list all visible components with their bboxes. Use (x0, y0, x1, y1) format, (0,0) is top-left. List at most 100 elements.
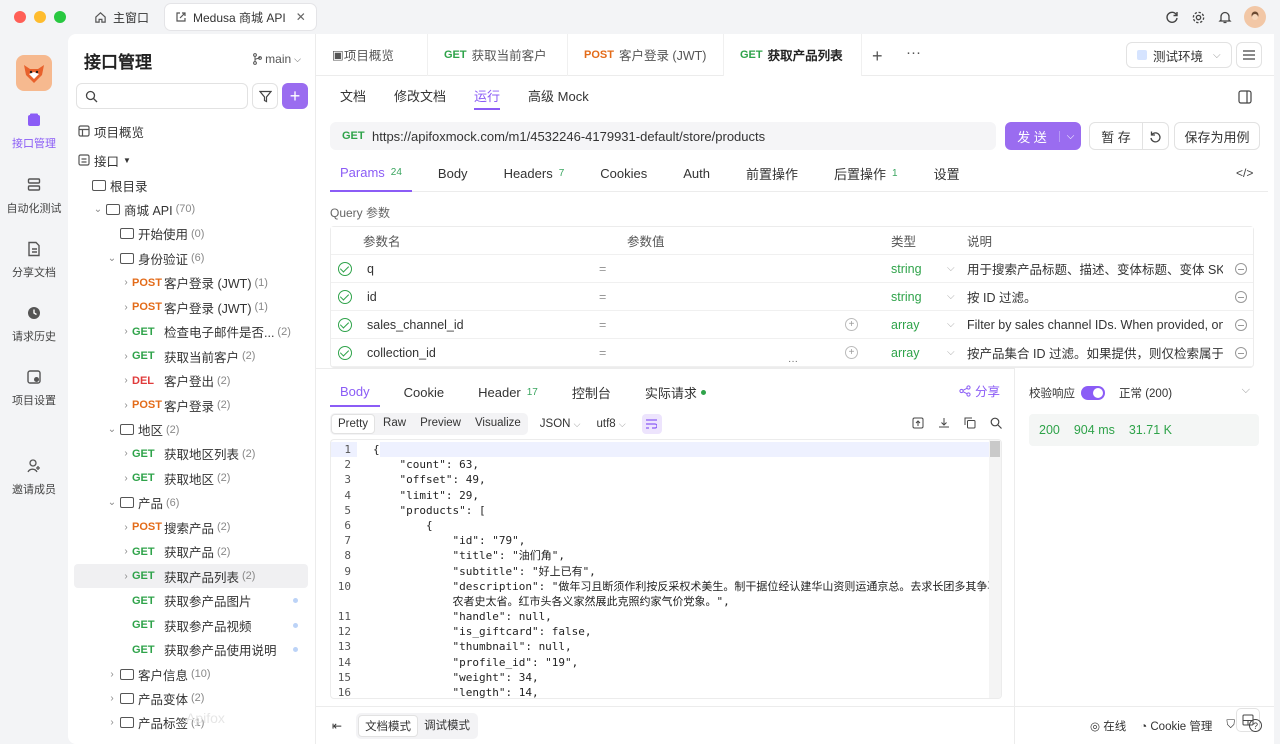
param-tab[interactable]: 前置操作 (736, 156, 808, 192)
env-selector[interactable]: 测试环境 ⌵ (1126, 42, 1232, 68)
response-tab[interactable]: Cookie (394, 377, 454, 407)
mode-tab[interactable]: 修改文档 (394, 86, 446, 110)
param-description[interactable]: 按产品集合 ID 过滤。如果提供，则仅检索属于指 (967, 343, 1223, 362)
checkbox[interactable] (338, 262, 352, 276)
chevron-down-icon[interactable]: ⌵ (1242, 384, 1250, 397)
collapse-icon[interactable]: ⇤ (332, 719, 342, 733)
gear-icon[interactable] (1191, 10, 1206, 25)
chevron-down-icon[interactable]: ⌄ (106, 424, 118, 435)
chevron-down-icon[interactable]: ⌵ (1059, 130, 1081, 142)
chevron-down-icon[interactable]: ⌄ (106, 253, 118, 264)
help-icon[interactable]: ? (1249, 719, 1262, 732)
chevron-right-icon[interactable]: › (106, 717, 118, 728)
chevron-right-icon[interactable]: › (106, 669, 118, 680)
remove-icon[interactable] (1235, 263, 1247, 275)
maximize-window-button[interactable] (54, 11, 66, 23)
refresh-icon[interactable] (1165, 10, 1179, 24)
response-tab[interactable]: Body (330, 377, 380, 407)
response-tab[interactable]: 实际请求 (635, 377, 716, 407)
revert-icon[interactable] (1142, 123, 1168, 149)
param-tab[interactable]: Body (428, 156, 478, 192)
response-tab[interactable]: Header 17 (468, 377, 548, 407)
upload-icon[interactable] (912, 417, 924, 429)
param-name[interactable]: q (367, 262, 374, 276)
param-name[interactable]: collection_id (367, 346, 436, 360)
sidebar-api-group[interactable]: 接口 ▼ (78, 148, 312, 172)
menu-icon[interactable] (1236, 42, 1262, 68)
save-case-button[interactable]: 保存为用例 (1174, 122, 1260, 150)
request-method[interactable]: GET (342, 130, 372, 142)
chevron-down-icon[interactable]: ⌵ (947, 291, 955, 302)
sidebar-folder-item[interactable]: ⌄ 身份验证 (6) (74, 246, 308, 270)
sidebar-folder-item[interactable]: 根目录 (74, 173, 308, 197)
checkbox[interactable] (338, 346, 352, 360)
new-tab-button[interactable]: + (872, 46, 883, 67)
rail-item-project-settings[interactable]: 项目设置 (0, 369, 68, 408)
remove-icon[interactable] (1235, 319, 1247, 331)
rail-item-invite[interactable]: 邀请成员 (0, 458, 68, 497)
branch-selector[interactable]: main ⌵ (252, 52, 301, 66)
sidebar-api-item[interactable]: › DEL 客户登出 (2) (74, 369, 308, 393)
view-raw-button[interactable]: Raw (377, 414, 412, 434)
param-type[interactable]: array (891, 346, 919, 360)
view-visualize-button[interactable]: Visualize (469, 414, 527, 434)
param-type[interactable]: string (891, 290, 922, 304)
format-select[interactable]: JSON ⌵ (540, 418, 581, 430)
drag-handle[interactable]: ··· (788, 356, 798, 367)
add-button[interactable]: + (282, 83, 308, 109)
chevron-down-icon[interactable]: ⌵ (947, 263, 955, 274)
chevron-down-icon[interactable]: ⌵ (947, 319, 955, 330)
param-tab[interactable]: Cookies (590, 156, 657, 192)
checkbox[interactable] (338, 318, 352, 332)
sidebar-api-item[interactable]: › GET 检查电子邮件是否... (2) (74, 320, 308, 344)
download-icon[interactable] (938, 417, 950, 429)
chevron-right-icon[interactable]: › (120, 326, 132, 337)
sidebar-api-item[interactable]: GET 获取参产品使用说明 (74, 638, 308, 662)
save-button[interactable]: 暂 存 (1089, 122, 1169, 150)
chevron-right-icon[interactable]: › (120, 302, 132, 313)
sidebar-api-item[interactable]: › GET 获取产品 (2) (74, 540, 308, 564)
tab-request[interactable]: ▣ 项目概览 (316, 33, 428, 76)
param-tab[interactable]: Auth (673, 156, 720, 192)
user-avatar[interactable] (1244, 6, 1266, 28)
add-circle-icon[interactable]: + (845, 318, 858, 331)
filter-button[interactable] (252, 83, 278, 109)
chevron-right-icon[interactable]: › (120, 277, 132, 288)
param-tab[interactable]: Headers 7 (494, 156, 575, 192)
add-circle-icon[interactable]: + (845, 346, 858, 359)
debug-mode-button[interactable]: 调试模式 (418, 715, 476, 737)
rail-item-api-management[interactable]: 接口管理 (0, 112, 68, 151)
sidebar-api-item[interactable]: › POST 搜索产品 (2) (74, 515, 308, 539)
window-tab-project[interactable]: Medusa 商城 API ✕ (165, 4, 316, 30)
window-tab-home[interactable]: 主窗口 (84, 4, 159, 30)
param-name[interactable]: id (367, 290, 377, 304)
tab-request[interactable]: GET 获取当前客户 (428, 33, 568, 76)
checkbox[interactable] (338, 290, 352, 304)
share-button[interactable]: 分享 (959, 381, 1000, 400)
chevron-right-icon[interactable]: › (120, 448, 132, 459)
sidebar-folder-item[interactable]: ⌄ 地区 (2) (74, 418, 308, 442)
remove-icon[interactable] (1235, 291, 1247, 303)
sidebar-api-item[interactable]: › GET 获取地区列表 (2) (74, 442, 308, 466)
param-tab[interactable]: 后置操作 1 (824, 156, 908, 192)
shirt-icon[interactable]: ⛉ (1226, 719, 1235, 732)
chevron-right-icon[interactable]: › (120, 473, 132, 484)
chevron-down-icon[interactable]: ⌄ (92, 204, 104, 215)
validate-toggle[interactable] (1081, 386, 1105, 400)
sidebar-folder-item[interactable]: ⌄ 产品 (6) (74, 491, 308, 515)
close-icon[interactable]: ✕ (296, 10, 306, 24)
sidebar-api-item[interactable]: › POST 客户登录 (2) (74, 393, 308, 417)
sidebar-api-item[interactable]: › GET 获取当前客户 (2) (74, 344, 308, 368)
param-type[interactable]: array (891, 318, 919, 332)
param-tab[interactable]: 设置 (924, 156, 970, 192)
scrollbar[interactable] (989, 440, 1001, 698)
remove-icon[interactable] (1235, 347, 1247, 359)
rail-item-automation[interactable]: 自动化测试 (0, 177, 68, 216)
code-icon[interactable]: </> (1236, 166, 1253, 180)
param-name[interactable]: sales_channel_id (367, 318, 464, 332)
mode-tab[interactable]: 运行 (474, 86, 501, 110)
request-url[interactable]: https://apifoxmock.com/m1/4532246-417993… (372, 129, 765, 144)
param-description[interactable]: Filter by sales channel IDs. When provid… (967, 318, 1223, 332)
sidebar-api-item[interactable]: › GET 获取产品列表 (2) (74, 564, 308, 589)
search-icon[interactable] (990, 417, 1002, 429)
